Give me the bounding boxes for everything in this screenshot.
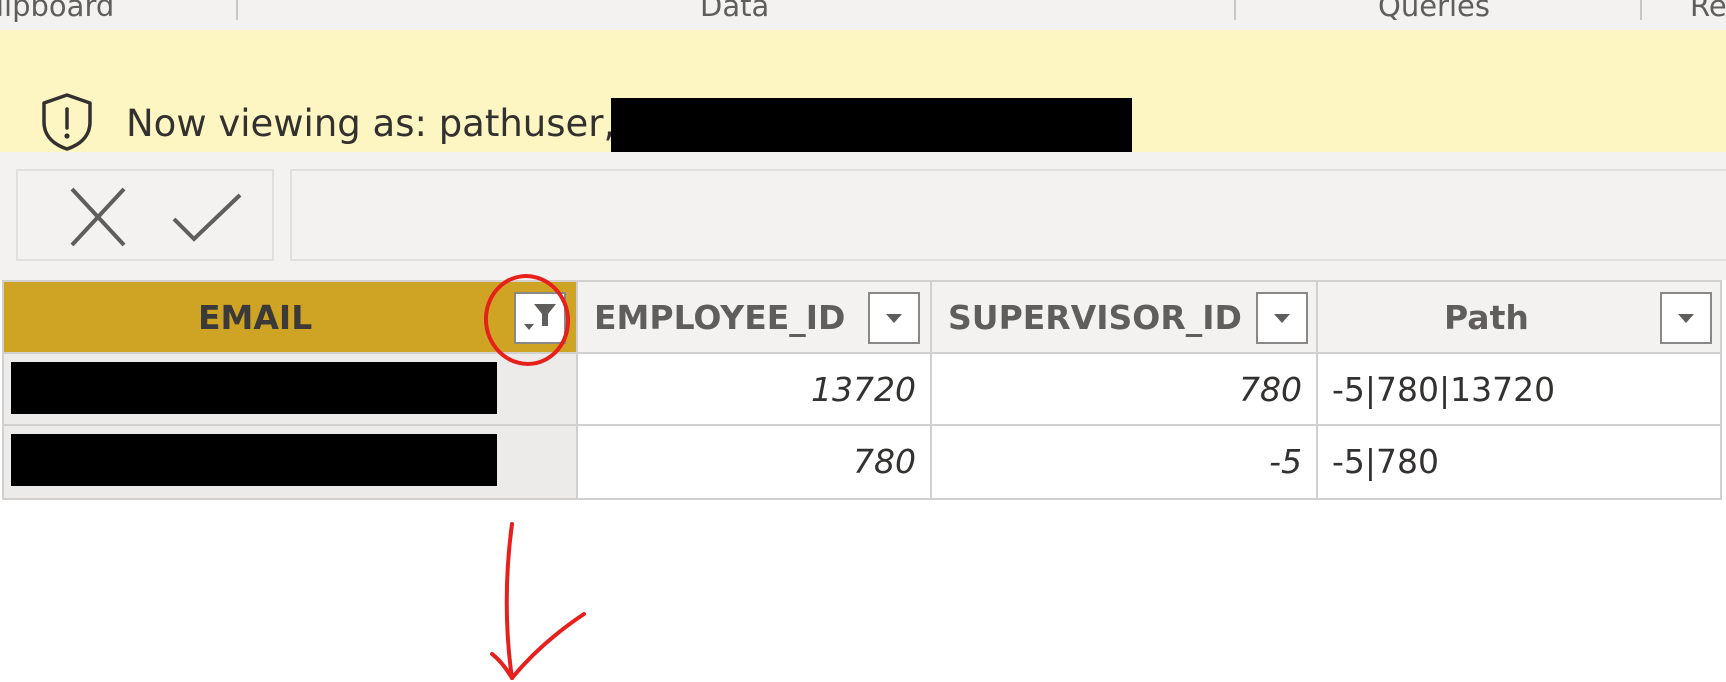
path-dropdown-button[interactable] — [1660, 292, 1712, 344]
ribbon-divider — [1640, 0, 1642, 20]
column-header-label: EMPLOYEE_ID — [594, 298, 846, 337]
ribbon-group-clipboard: lipboard — [0, 0, 115, 23]
cancel-formula-button[interactable] — [58, 179, 138, 255]
check-icon — [172, 193, 242, 242]
ribbon-group-labels: lipboard Data Queries Re — [0, 0, 1726, 31]
view-as-banner: Now viewing as: pathuser, — [0, 30, 1726, 156]
commit-formula-button[interactable] — [168, 179, 248, 255]
view-as-text: Now viewing as: pathuser, — [126, 102, 616, 145]
redacted-user-name — [611, 98, 1132, 156]
path-cell[interactable]: -5|780|13720 — [1318, 354, 1720, 426]
filter-applied-icon — [524, 304, 556, 330]
chevron-down-icon — [1678, 314, 1694, 323]
employee-id-cell[interactable]: 780 — [578, 426, 932, 498]
table-row: 13720 780 -5|780|13720 — [4, 354, 1720, 426]
formula-input[interactable] — [290, 169, 1726, 261]
red-arrow-head-annotation — [510, 612, 586, 680]
column-header-path[interactable]: Path — [1318, 282, 1720, 354]
supervisor-id-cell[interactable]: -5 — [932, 426, 1318, 498]
column-header-employee-id[interactable]: EMPLOYEE_ID — [578, 282, 932, 354]
supervisor-id-dropdown-button[interactable] — [1256, 292, 1308, 344]
chevron-down-icon — [1274, 314, 1290, 323]
formula-bar — [0, 152, 1726, 280]
column-header-label: Path — [1444, 298, 1529, 337]
column-header-label: EMAIL — [198, 298, 313, 337]
supervisor-id-cell[interactable]: 780 — [932, 354, 1318, 426]
ribbon-group-queries: Queries — [1378, 0, 1490, 23]
chevron-down-icon — [886, 314, 902, 323]
red-arrow-head-annotation — [490, 652, 514, 680]
red-arrow-shaft-annotation — [504, 522, 514, 680]
data-table: EMAIL EMPLOYEE_ID SUPERVISOR_ID Path 137… — [2, 280, 1722, 500]
column-header-label: SUPERVISOR_ID — [948, 298, 1242, 337]
formula-action-buttons — [16, 169, 274, 261]
shield-alert-icon — [42, 93, 92, 151]
redacted-email — [11, 434, 497, 486]
ribbon-group-data: Data — [700, 0, 770, 23]
path-cell[interactable]: -5|780 — [1318, 426, 1720, 498]
ribbon-divider — [1234, 0, 1236, 20]
close-icon — [70, 187, 126, 247]
column-header-supervisor-id[interactable]: SUPERVISOR_ID — [932, 282, 1318, 354]
table-row: 780 -5 -5|780 — [4, 426, 1720, 498]
redacted-email — [11, 362, 497, 414]
email-cell[interactable] — [4, 426, 578, 498]
column-header-email[interactable]: EMAIL — [4, 282, 578, 354]
employee-id-cell[interactable]: 13720 — [578, 354, 932, 426]
email-filter-dropdown-button[interactable] — [514, 292, 566, 344]
ribbon-divider — [236, 0, 238, 20]
email-cell[interactable] — [4, 354, 578, 426]
ribbon-group-truncated: Re — [1690, 0, 1726, 23]
employee-id-dropdown-button[interactable] — [868, 292, 920, 344]
